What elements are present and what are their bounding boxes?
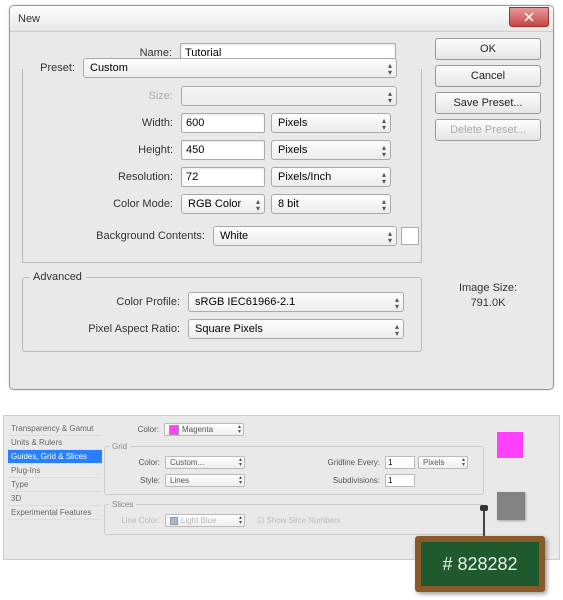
colorprofile-label: Color Profile: bbox=[23, 296, 188, 308]
subdivisions-label: Subdivisions: bbox=[315, 476, 385, 485]
chevron-updown-icon: ▴▾ bbox=[388, 90, 392, 104]
bgcontents-label: Background Contents: bbox=[23, 230, 213, 242]
chevron-updown-icon: ▴▾ bbox=[395, 296, 399, 310]
sidebar-item-guides[interactable]: Guides, Grid & Slices bbox=[8, 450, 102, 464]
chevron-updown-icon: ▴▾ bbox=[239, 458, 242, 468]
sidebar-item-type[interactable]: Type bbox=[8, 478, 102, 492]
height-input[interactable] bbox=[181, 140, 265, 160]
grid-legend: Grid bbox=[109, 442, 130, 451]
delete-preset-button: Delete Preset... bbox=[435, 119, 541, 141]
window-title: New bbox=[18, 13, 40, 25]
chevron-updown-icon: ▴▾ bbox=[395, 323, 399, 337]
magenta-swatch-icon bbox=[169, 425, 179, 435]
bgcontents-select[interactable]: White ▴▾ bbox=[213, 226, 397, 246]
slice-linecolor-select: Light Blue ▴▾ bbox=[165, 514, 245, 527]
chevron-updown-icon: ▴▾ bbox=[256, 198, 260, 212]
chevron-updown-icon: ▴▾ bbox=[382, 144, 386, 158]
gridline-unit-select[interactable]: Pixels ▴▾ bbox=[418, 456, 468, 469]
height-unit-select[interactable]: Pixels ▴▾ bbox=[271, 140, 391, 160]
grid-color-preview[interactable] bbox=[497, 492, 525, 520]
bitdepth-select[interactable]: 8 bit ▴▾ bbox=[271, 194, 391, 214]
resolution-input[interactable] bbox=[181, 167, 265, 187]
width-unit-select[interactable]: Pixels ▴▾ bbox=[271, 113, 391, 133]
hex-code: # 828282 bbox=[442, 554, 517, 575]
lightblue-swatch-icon bbox=[170, 517, 178, 525]
size-label: Size: bbox=[23, 90, 181, 102]
new-document-dialog: New OK Cancel Save Preset... Delete Pres… bbox=[9, 5, 554, 390]
resolution-label: Resolution: bbox=[23, 171, 181, 183]
save-preset-button[interactable]: Save Preset... bbox=[435, 92, 541, 114]
sidebar-item-plugins[interactable]: Plug-Ins bbox=[8, 464, 102, 478]
gridline-input[interactable] bbox=[385, 456, 415, 469]
close-button[interactable] bbox=[509, 7, 549, 27]
resolution-unit-select[interactable]: Pixels/Inch ▴▾ bbox=[271, 167, 391, 187]
imagesize-value: 791.0K bbox=[435, 297, 541, 309]
sidebar-item-experimental[interactable]: Experimental Features bbox=[8, 506, 102, 520]
chevron-updown-icon: ▴▾ bbox=[388, 230, 392, 244]
cancel-button[interactable]: Cancel bbox=[435, 65, 541, 87]
grid-style-label: Style: bbox=[105, 476, 165, 485]
canvas-color-select[interactable]: Magenta ▴▾ bbox=[164, 423, 244, 436]
show-slice-numbers-checkbox: ☑ Show Slice Numbers bbox=[257, 516, 341, 525]
titlebar: New bbox=[10, 6, 553, 32]
chevron-updown-icon: ▴▾ bbox=[388, 62, 392, 76]
advanced-legend: Advanced bbox=[29, 271, 86, 283]
preset-label: Preset: bbox=[23, 62, 83, 74]
chalkboard-wire bbox=[483, 508, 485, 536]
bgcolor-swatch[interactable] bbox=[401, 227, 419, 245]
grid-style-select[interactable]: Lines ▴▾ bbox=[165, 474, 245, 487]
chevron-updown-icon: ▴▾ bbox=[382, 198, 386, 212]
grid-color-select[interactable]: Custom... ▴▾ bbox=[165, 456, 245, 469]
prefs-sidebar: Transparency & Gamut Units & Rulers Guid… bbox=[8, 422, 102, 520]
ok-button[interactable]: OK bbox=[435, 38, 541, 60]
sidebar-item-units[interactable]: Units & Rulers bbox=[8, 436, 102, 450]
chevron-updown-icon: ▴▾ bbox=[239, 476, 242, 486]
chevron-updown-icon: ▴▾ bbox=[382, 117, 386, 131]
preset-select[interactable]: Custom ▴▾ bbox=[83, 58, 397, 78]
gridline-label: Gridline Every: bbox=[315, 458, 385, 467]
chevron-updown-icon: ▴▾ bbox=[462, 458, 465, 468]
chevron-updown-icon: ▴▾ bbox=[239, 516, 242, 526]
sidebar-item-transparency[interactable]: Transparency & Gamut bbox=[8, 422, 102, 436]
width-input[interactable] bbox=[181, 113, 265, 133]
color-preview-swatch[interactable] bbox=[497, 432, 523, 458]
grid-color-label: Color: bbox=[105, 458, 165, 467]
chevron-updown-icon: ▴▾ bbox=[382, 171, 386, 185]
canvas-color-label: Color: bbox=[104, 425, 164, 434]
pixelaspect-select[interactable]: Square Pixels ▴▾ bbox=[188, 319, 404, 339]
colorprofile-select[interactable]: sRGB IEC61966-2.1 ▴▾ bbox=[188, 292, 404, 312]
colormode-select[interactable]: RGB Color ▴▾ bbox=[181, 194, 265, 214]
sidebar-item-3d[interactable]: 3D bbox=[8, 492, 102, 506]
chevron-updown-icon: ▴▾ bbox=[238, 425, 241, 435]
size-select: ▴▾ bbox=[181, 86, 397, 106]
imagesize-label: Image Size: bbox=[435, 282, 541, 294]
chalkboard: # 828282 bbox=[415, 536, 545, 592]
subdivisions-input[interactable] bbox=[385, 474, 415, 487]
width-label: Width: bbox=[23, 117, 181, 129]
colormode-label: Color Mode: bbox=[23, 198, 181, 210]
height-label: Height: bbox=[23, 144, 181, 156]
slices-legend: Slices bbox=[109, 500, 136, 509]
slice-linecolor-label: Line Color: bbox=[105, 516, 165, 525]
pixelaspect-label: Pixel Aspect Ratio: bbox=[23, 323, 188, 335]
